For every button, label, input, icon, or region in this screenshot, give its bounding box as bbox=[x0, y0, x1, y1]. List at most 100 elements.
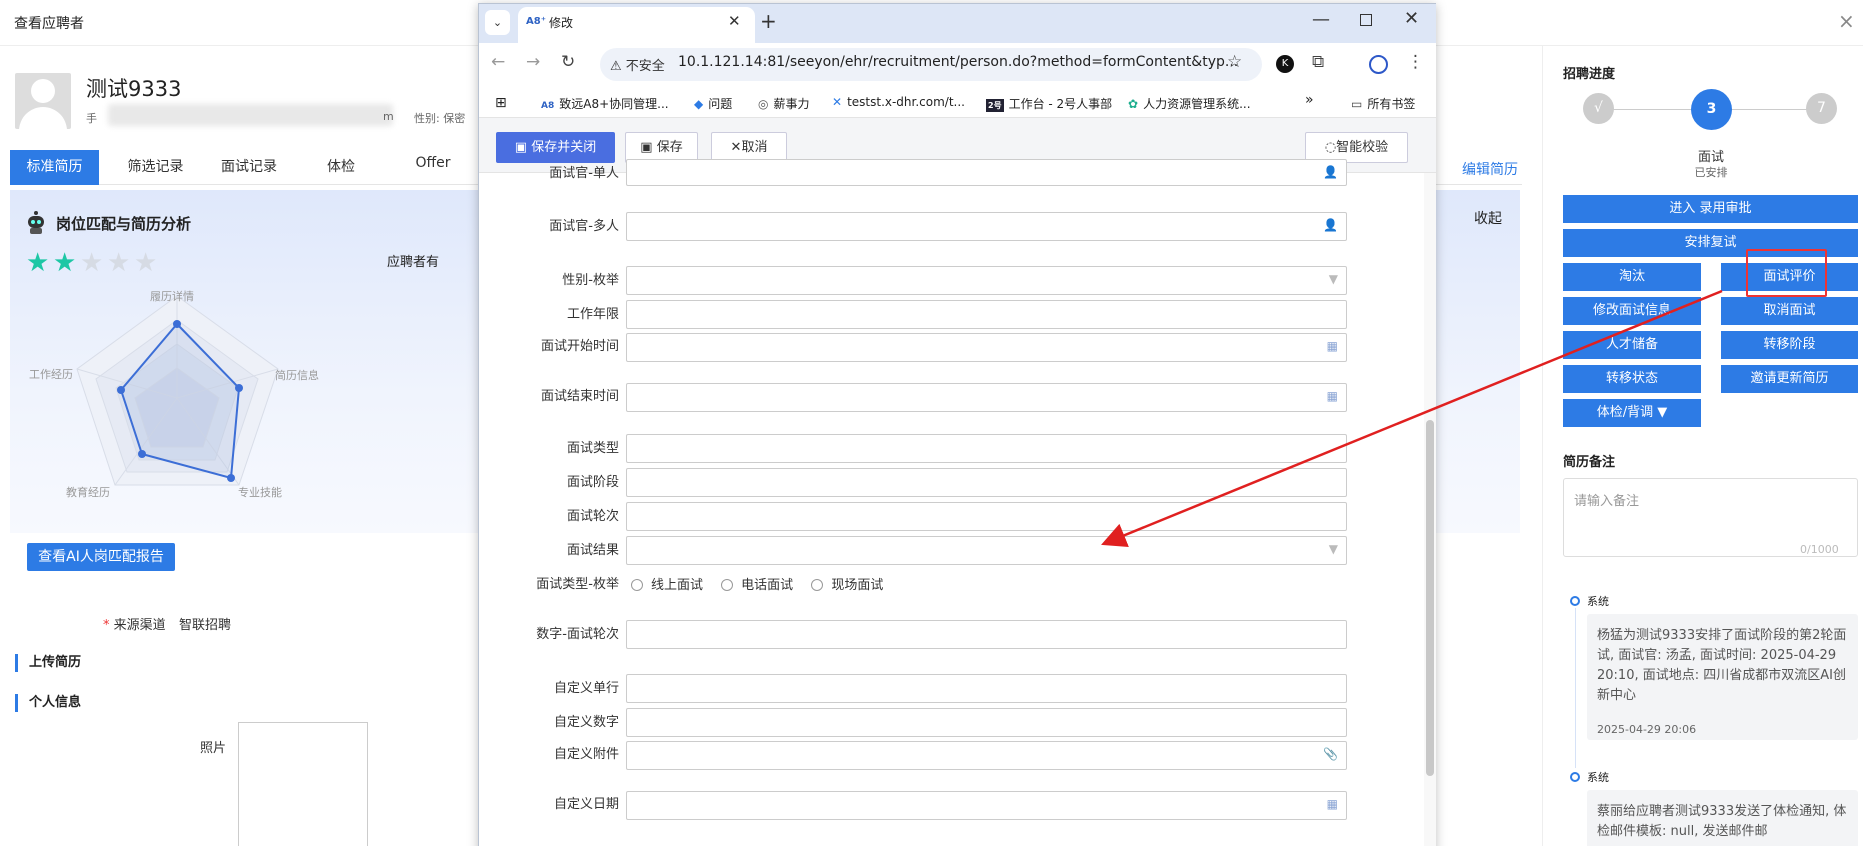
gender-select[interactable]: ▼ bbox=[626, 266, 1347, 295]
field-label: 数字-面试轮次 bbox=[536, 627, 619, 642]
section-upload-resume: 上传简历 bbox=[15, 654, 81, 672]
star-icon: ★ bbox=[26, 248, 50, 278]
timeline-card: 杨猛为测试9333安排了面试阶段的第2轮面试, 面试官: 汤孟, 面试时间: 2… bbox=[1587, 614, 1858, 740]
redacted-contact bbox=[108, 104, 393, 126]
bookmark-item[interactable]: ◆ 问题 bbox=[694, 95, 732, 112]
candidate-gender: 性别: 保密 bbox=[414, 112, 466, 125]
field-label: 面试官-单人 bbox=[549, 166, 619, 181]
person-icon: 👤 bbox=[1323, 165, 1338, 179]
page-title: 查看应聘者 bbox=[14, 16, 84, 32]
profile-icon[interactable] bbox=[1369, 55, 1388, 74]
custom-text-input[interactable] bbox=[626, 674, 1347, 703]
field-label: 自定义附件 bbox=[553, 747, 619, 762]
photo-box[interactable] bbox=[238, 722, 368, 846]
bookmark-item[interactable]: A8 致远A8+协同管理... bbox=[541, 95, 669, 112]
timeline-text: 杨猛为测试9333安排了面试阶段的第2轮面试, 面试官: 汤孟, 面试时间: 2… bbox=[1597, 628, 1847, 703]
person-icon: 👤 bbox=[1323, 218, 1338, 232]
step-current: 3 bbox=[1691, 89, 1732, 130]
star-icon: ★ bbox=[107, 248, 131, 278]
numeric-round-input[interactable] bbox=[626, 620, 1347, 649]
physical-check-dropdown[interactable]: 体检/背调 ▼ bbox=[1563, 399, 1701, 427]
bookmark-item[interactable]: ✕ testst.x-dhr.com/t... bbox=[832, 95, 965, 109]
minimize-icon[interactable]: — bbox=[1312, 9, 1330, 30]
maximize-icon[interactable] bbox=[1360, 14, 1372, 26]
field-label: 工作年限 bbox=[566, 307, 619, 322]
highlight-box bbox=[1746, 249, 1827, 297]
save-close-button[interactable]: ▣ 保存并关闭 bbox=[496, 132, 615, 163]
new-tab-icon[interactable]: + bbox=[760, 9, 777, 33]
custom-date-input[interactable]: ▦ bbox=[626, 791, 1347, 820]
talent-reserve-button[interactable]: 人才储备 bbox=[1563, 331, 1701, 359]
interviewer-multi-input[interactable]: 👤 bbox=[626, 212, 1347, 241]
enter-hire-button[interactable]: 进入 录用审批 bbox=[1563, 195, 1858, 223]
radar-label: 专业技能 bbox=[238, 485, 282, 499]
reload-icon[interactable]: ↻ bbox=[561, 52, 575, 72]
tab-standard-resume[interactable]: 标准简历 bbox=[10, 150, 99, 185]
tab-physical-exam[interactable]: 体检 bbox=[295, 150, 387, 185]
cancel-interview-button[interactable]: 取消面试 bbox=[1721, 297, 1858, 325]
close-icon[interactable]: × bbox=[1838, 9, 1855, 33]
tab-interview-records[interactable]: 面试记录 bbox=[203, 150, 295, 185]
bookmark-item[interactable]: 2号 工作台 - 2号人事部 bbox=[986, 95, 1112, 112]
collapse-link[interactable]: 收起 bbox=[1474, 208, 1502, 228]
extensions-icon[interactable]: ⧉ bbox=[1312, 52, 1324, 72]
timeline-time: 2025-04-29 20:06 bbox=[1597, 723, 1697, 736]
ai-report-button[interactable]: 查看AI人岗匹配报告 bbox=[27, 543, 175, 571]
tab-list-icon[interactable]: ⌄ bbox=[485, 10, 510, 35]
a8-logo-icon: A8⁺ bbox=[526, 16, 546, 27]
interview-type-input[interactable] bbox=[626, 434, 1347, 463]
tab-screening-records[interactable]: 筛选记录 bbox=[108, 150, 203, 185]
robot-icon bbox=[25, 209, 47, 241]
bookmark-item[interactable]: ◎ 薪事力 bbox=[758, 95, 810, 112]
forward-icon[interactable]: → bbox=[526, 52, 540, 72]
interview-result-select[interactable]: ▼ bbox=[626, 536, 1347, 565]
insecure-label: 不安全 bbox=[625, 59, 665, 74]
timeline-dot bbox=[1570, 772, 1580, 782]
step-done: √ bbox=[1583, 93, 1614, 124]
modify-interview-button[interactable]: 修改面试信息 bbox=[1563, 297, 1701, 325]
interview-start-input[interactable]: ▦ bbox=[626, 333, 1347, 362]
window-close-icon[interactable]: ✕ bbox=[1404, 8, 1419, 29]
bookmark-item[interactable]: ✿ 人力资源管理系统... bbox=[1128, 95, 1251, 112]
invite-update-button[interactable]: 邀请更新简历 bbox=[1721, 365, 1858, 393]
edit-resume-link[interactable]: 编辑简历 bbox=[1462, 159, 1518, 179]
interview-stage-input[interactable] bbox=[626, 468, 1347, 497]
field-label: 面试类型 bbox=[566, 441, 619, 456]
menu-icon[interactable]: ⋮ bbox=[1407, 52, 1424, 72]
transfer-status-button[interactable]: 转移状态 bbox=[1563, 365, 1701, 393]
tab-offer[interactable]: Offer bbox=[387, 146, 479, 181]
field-label: 面试结束时间 bbox=[540, 389, 619, 404]
match-title: 岗位匹配与简历分析 bbox=[56, 215, 192, 233]
interviewer-single-input[interactable]: 👤 bbox=[626, 159, 1347, 186]
interview-end-input[interactable]: ▦ bbox=[626, 383, 1347, 412]
current-status: 已安排 bbox=[1694, 166, 1728, 179]
custom-number-input[interactable] bbox=[626, 708, 1347, 737]
radio-online[interactable]: 线上面试 bbox=[631, 578, 703, 593]
radar-label: 工作经历 bbox=[29, 368, 73, 381]
custom-attachment-input[interactable]: 📎 bbox=[626, 741, 1347, 770]
notes-title: 简历备注 bbox=[1563, 455, 1616, 470]
more-bookmarks-icon[interactable]: » bbox=[1305, 92, 1314, 108]
scrollbar-thumb[interactable] bbox=[1426, 420, 1434, 776]
insecure-indicator[interactable]: ⚠ 不安全 bbox=[610, 55, 665, 74]
radio-onsite[interactable]: 现场面试 bbox=[811, 578, 883, 593]
back-icon[interactable]: ← bbox=[491, 52, 505, 72]
extension-k-icon[interactable]: K bbox=[1276, 55, 1294, 73]
rating-stars: ★ ★ ★ ★ ★ bbox=[26, 250, 161, 276]
apps-icon[interactable]: ⊞ bbox=[495, 95, 507, 111]
interview-round-input[interactable] bbox=[626, 502, 1347, 531]
timeline-author: 系统 bbox=[1587, 595, 1609, 608]
eliminate-button[interactable]: 淘汰 bbox=[1563, 263, 1701, 291]
all-bookmarks[interactable]: ▭ 所有书签 bbox=[1351, 95, 1415, 112]
field-label: 自定义数字 bbox=[553, 715, 619, 730]
calendar-icon: ▦ bbox=[1326, 797, 1338, 811]
radio-phone[interactable]: 电话面试 bbox=[721, 578, 793, 593]
work-years-input[interactable] bbox=[626, 300, 1347, 329]
field-label: 面试阶段 bbox=[566, 475, 619, 490]
candidate-phone-label: 手 bbox=[86, 112, 97, 125]
tab-close-icon[interactable]: ✕ bbox=[728, 12, 741, 30]
source-value: 智联招聘 bbox=[179, 618, 232, 633]
url-text[interactable]: 10.1.121.14:81/seeyon/ehr/recruitment/pe… bbox=[678, 54, 1238, 70]
bookmark-star-icon[interactable]: ☆ bbox=[1227, 52, 1242, 72]
transfer-stage-button[interactable]: 转移阶段 bbox=[1721, 331, 1858, 359]
